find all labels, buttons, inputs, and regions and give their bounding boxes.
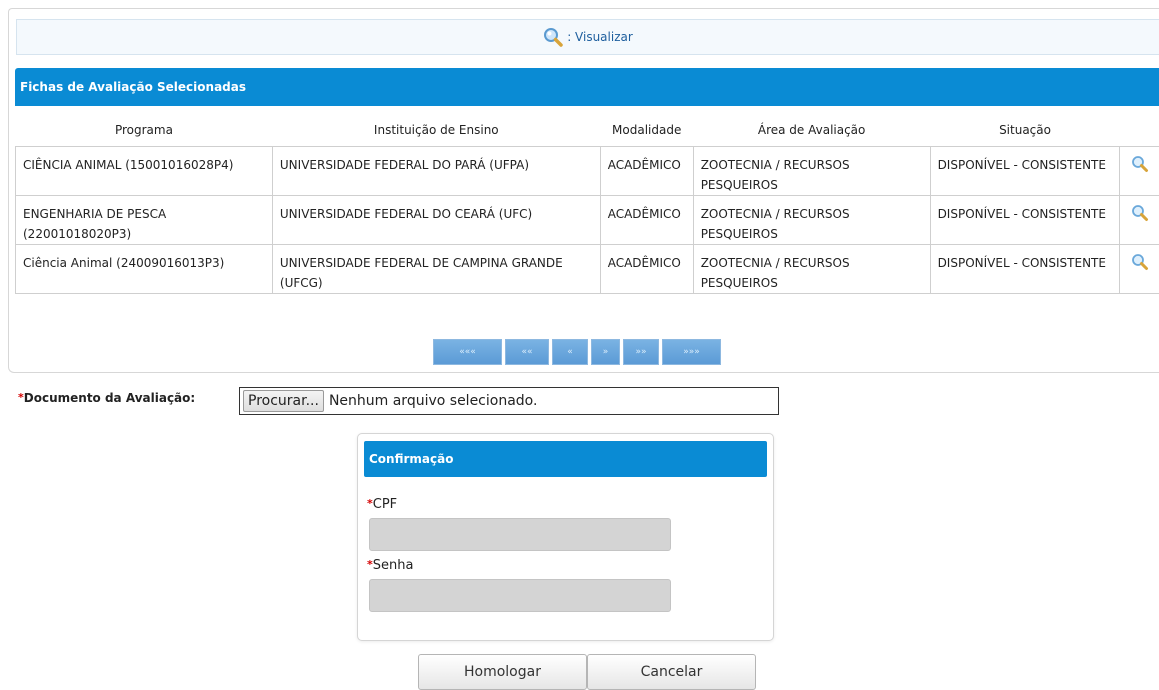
- cell-programa: CIÊNCIA ANIMAL (15001016028P4): [16, 147, 273, 196]
- senha-label: *Senha: [367, 558, 413, 573]
- cell-modalidade: ACADÊMICO: [600, 245, 693, 294]
- legend-label: : Visualizar: [567, 30, 633, 44]
- cell-modalidade: ACADÊMICO: [600, 147, 693, 196]
- cell-area: ZOOTECNIA / RECURSOS PESQUEIROS: [693, 196, 930, 245]
- file-status-text: Nenhum arquivo selecionado.: [329, 393, 538, 409]
- col-header-programa: Programa: [16, 114, 273, 147]
- cell-situacao: DISPONÍVEL - CONSISTENTE: [930, 196, 1120, 245]
- cell-instituicao: UNIVERSIDADE FEDERAL DO PARÁ (UFPA): [272, 147, 600, 196]
- pager-next-page-button[interactable]: »»: [623, 339, 659, 365]
- file-input[interactable]: Procurar... Nenhum arquivo selecionado.: [239, 387, 779, 415]
- browse-button[interactable]: Procurar...: [243, 390, 324, 412]
- confirmation-panel: Confirmação *CPF *Senha: [357, 433, 774, 641]
- cpf-input[interactable]: [369, 518, 671, 551]
- senha-label-text: Senha: [373, 558, 414, 573]
- cell-instituicao: UNIVERSIDADE FEDERAL DE CAMPINA GRANDE (…: [272, 245, 600, 294]
- cell-situacao: DISPONÍVEL - CONSISTENTE: [930, 147, 1120, 196]
- table-row: ENGENHARIA DE PESCA (22001018020P3) UNIV…: [16, 196, 1159, 245]
- cpf-label: *CPF: [367, 497, 397, 512]
- pager-prev-button[interactable]: «: [552, 339, 588, 365]
- table-header-row: Programa Instituição de Ensino Modalidad…: [16, 114, 1159, 147]
- magnifier-icon: [543, 27, 565, 47]
- section-header: Fichas de Avaliação Selecionadas: [15, 68, 1159, 106]
- cpf-label-text: CPF: [373, 497, 397, 512]
- table-row: CIÊNCIA ANIMAL (15001016028P4) UNIVERSID…: [16, 147, 1159, 196]
- cell-area: ZOOTECNIA / RECURSOS PESQUEIROS: [693, 245, 930, 294]
- pager-first-button[interactable]: «««: [433, 339, 502, 365]
- evaluation-table: Programa Instituição de Ensino Modalidad…: [15, 114, 1159, 294]
- document-label-text: Documento da Avaliação:: [24, 391, 195, 405]
- col-header-actions: [1120, 114, 1159, 147]
- pager-last-button[interactable]: »»»: [662, 339, 721, 365]
- view-magnifier-icon[interactable]: [1131, 204, 1149, 222]
- col-header-situacao: Situação: [930, 114, 1120, 147]
- confirmation-header: Confirmação: [364, 441, 767, 477]
- view-magnifier-icon[interactable]: [1131, 253, 1149, 271]
- document-label: *Documento da Avaliação:: [18, 391, 195, 405]
- cell-instituicao: UNIVERSIDADE FEDERAL DO CEARÁ (UFC): [272, 196, 600, 245]
- homologar-button[interactable]: Homologar: [418, 654, 587, 690]
- cell-area: ZOOTECNIA / RECURSOS PESQUEIROS: [693, 147, 930, 196]
- senha-input[interactable]: [369, 579, 671, 612]
- view-cell[interactable]: [1120, 245, 1159, 294]
- cancelar-button[interactable]: Cancelar: [587, 654, 756, 690]
- table-row: Ciência Animal (24009016013P3) UNIVERSID…: [16, 245, 1159, 294]
- col-header-modalidade: Modalidade: [600, 114, 693, 147]
- col-header-area: Área de Avaliação: [693, 114, 930, 147]
- view-cell[interactable]: [1120, 147, 1159, 196]
- cell-programa: ENGENHARIA DE PESCA (22001018020P3): [16, 196, 273, 245]
- view-magnifier-icon[interactable]: [1131, 155, 1149, 173]
- pager-prev-page-button[interactable]: ««: [505, 339, 549, 365]
- pagination: ««« «« « » »» »»»: [433, 339, 721, 365]
- cell-situacao: DISPONÍVEL - CONSISTENTE: [930, 245, 1120, 294]
- legend-bar: : Visualizar: [16, 19, 1159, 55]
- view-cell[interactable]: [1120, 196, 1159, 245]
- pager-next-button[interactable]: »: [591, 339, 620, 365]
- cell-programa: Ciência Animal (24009016013P3): [16, 245, 273, 294]
- col-header-instituicao: Instituição de Ensino: [272, 114, 600, 147]
- cell-modalidade: ACADÊMICO: [600, 196, 693, 245]
